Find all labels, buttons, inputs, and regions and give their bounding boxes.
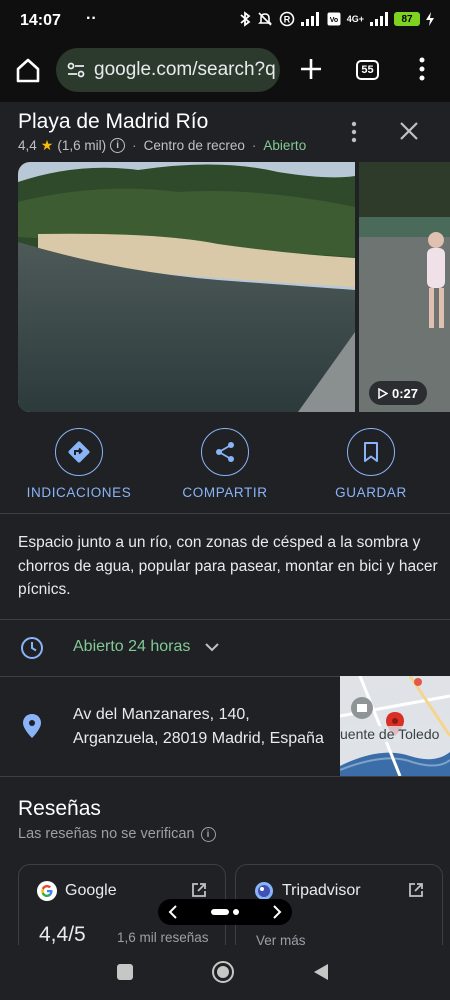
- place-open-status: Abierto: [263, 138, 307, 153]
- browser-toolbar: google.com/search?q 55: [0, 40, 450, 102]
- place-description: Espacio junto a un río, con zonas de cés…: [18, 534, 438, 598]
- signal-icon: [300, 12, 319, 26]
- chevron-left-icon[interactable]: [168, 905, 178, 919]
- carousel-active-dot: [211, 909, 229, 915]
- chevron-down-icon[interactable]: [203, 640, 221, 654]
- address-line-2: Arganzuela, 28019 Madrid, España: [73, 730, 324, 747]
- carousel-dot: [233, 909, 239, 915]
- volte-icon: Vo: [327, 12, 341, 26]
- place-photo[interactable]: [18, 162, 355, 412]
- info-icon[interactable]: i: [110, 138, 126, 153]
- chevron-right-icon[interactable]: [272, 905, 282, 919]
- carousel-indicator: [211, 909, 239, 915]
- save-label: GUARDAR: [335, 485, 407, 500]
- place-title: Playa de Madrid Río: [18, 110, 209, 133]
- place-rating: 4,4: [18, 138, 37, 153]
- more-options-icon[interactable]: [346, 120, 362, 144]
- review-source-header: Google: [37, 881, 117, 901]
- review-source-header: Tripadvisor: [254, 881, 361, 901]
- recent-apps-icon[interactable]: [117, 964, 133, 980]
- directions-button[interactable]: INDICACIONES: [14, 428, 144, 500]
- reviews-title: Reseñas: [18, 797, 101, 820]
- video-duration-badge[interactable]: 0:27: [369, 381, 427, 405]
- url-text: google.com/search?q: [94, 59, 276, 80]
- beach-photo-image: [18, 162, 355, 412]
- place-meta: 4,4 ★ (1,6 mil) i · Centro de recreo · A…: [18, 137, 306, 154]
- registered-icon: R: [279, 11, 295, 27]
- video-duration: 0:27: [391, 385, 419, 401]
- divider: [0, 513, 450, 514]
- directions-icon: [68, 441, 90, 463]
- bluetooth-icon: [240, 11, 251, 27]
- map-thumbnail[interactable]: uente de Toledo: [340, 676, 450, 776]
- video-thumbnail-image: [359, 162, 450, 412]
- place-review-count[interactable]: (1,6 mil): [57, 138, 106, 153]
- directions-label: INDICACIONES: [26, 485, 132, 500]
- save-button[interactable]: GUARDAR: [306, 428, 436, 500]
- reviews-note: Las reseñas no se verifican i: [18, 826, 216, 842]
- bookmark-icon: [364, 442, 378, 462]
- star-icon: ★: [40, 137, 54, 153]
- place-video-thumbnail[interactable]: [359, 162, 450, 412]
- review-source-count: 1,6 mil reseñas: [117, 930, 209, 945]
- divider: [0, 776, 450, 777]
- new-tab-icon[interactable]: [298, 56, 324, 82]
- system-nav-bar: [0, 945, 450, 1000]
- address-row[interactable]: Av del Manzanares, 140, Arganzuela, 2801…: [0, 676, 450, 776]
- status-extra: ··: [86, 10, 97, 27]
- home-nav-icon[interactable]: [212, 961, 234, 983]
- hours-row[interactable]: Abierto 24 horas: [0, 620, 450, 676]
- url-bar[interactable]: google.com/search?q: [56, 48, 280, 92]
- share-circle[interactable]: [201, 428, 249, 476]
- battery-indicator: 87: [394, 12, 420, 26]
- save-circle[interactable]: [347, 428, 395, 476]
- svg-text:Vo: Vo: [330, 17, 338, 24]
- place-category: Centro de recreo: [143, 138, 245, 153]
- review-source-name: Google: [65, 882, 117, 899]
- network-type: 4G+: [346, 14, 364, 24]
- review-source-rating: 4,4/5: [39, 923, 86, 946]
- status-time: 14:07: [20, 12, 61, 29]
- play-icon: [378, 387, 388, 399]
- svg-text:R: R: [283, 15, 290, 25]
- hours-text: Abierto 24 horas: [73, 638, 191, 655]
- location-pin-icon: [23, 714, 41, 738]
- separator-dot: ·: [251, 138, 257, 153]
- map-label: uente de Toledo: [340, 726, 440, 742]
- charging-icon: [426, 12, 434, 26]
- external-link-icon[interactable]: [408, 882, 424, 898]
- home-icon[interactable]: [14, 56, 42, 84]
- carousel-navigator[interactable]: [158, 899, 292, 925]
- review-source-name: Tripadvisor: [282, 882, 361, 899]
- back-icon[interactable]: [312, 963, 330, 981]
- site-settings-icon[interactable]: [66, 60, 86, 80]
- status-icons: R Vo 4G+ 87: [239, 11, 434, 27]
- reviews-note-text: Las reseñas no se verifican: [18, 826, 195, 842]
- tab-switcher-button[interactable]: 55: [356, 60, 379, 80]
- share-label: COMPARTIR: [182, 485, 268, 500]
- share-button[interactable]: COMPARTIR: [160, 428, 290, 500]
- share-icon: [216, 442, 234, 462]
- external-link-icon[interactable]: [191, 882, 207, 898]
- close-icon[interactable]: [398, 120, 420, 142]
- address-line-1: Av del Manzanares, 140,: [73, 706, 250, 723]
- status-bar: 14:07 ·· R Vo 4G+ 87: [0, 0, 450, 40]
- tripadvisor-logo-icon: [255, 882, 273, 900]
- browser-menu-icon[interactable]: [412, 56, 432, 82]
- separator-dot: ·: [132, 138, 137, 153]
- info-icon[interactable]: i: [200, 826, 216, 842]
- directions-circle[interactable]: [55, 428, 103, 476]
- clock-icon: [21, 637, 43, 659]
- google-logo-icon: [37, 881, 57, 901]
- address-text: Av del Manzanares, 140, Arganzuela, 2801…: [73, 703, 324, 751]
- signal-icon-2: [370, 12, 388, 26]
- mute-icon: [257, 12, 272, 26]
